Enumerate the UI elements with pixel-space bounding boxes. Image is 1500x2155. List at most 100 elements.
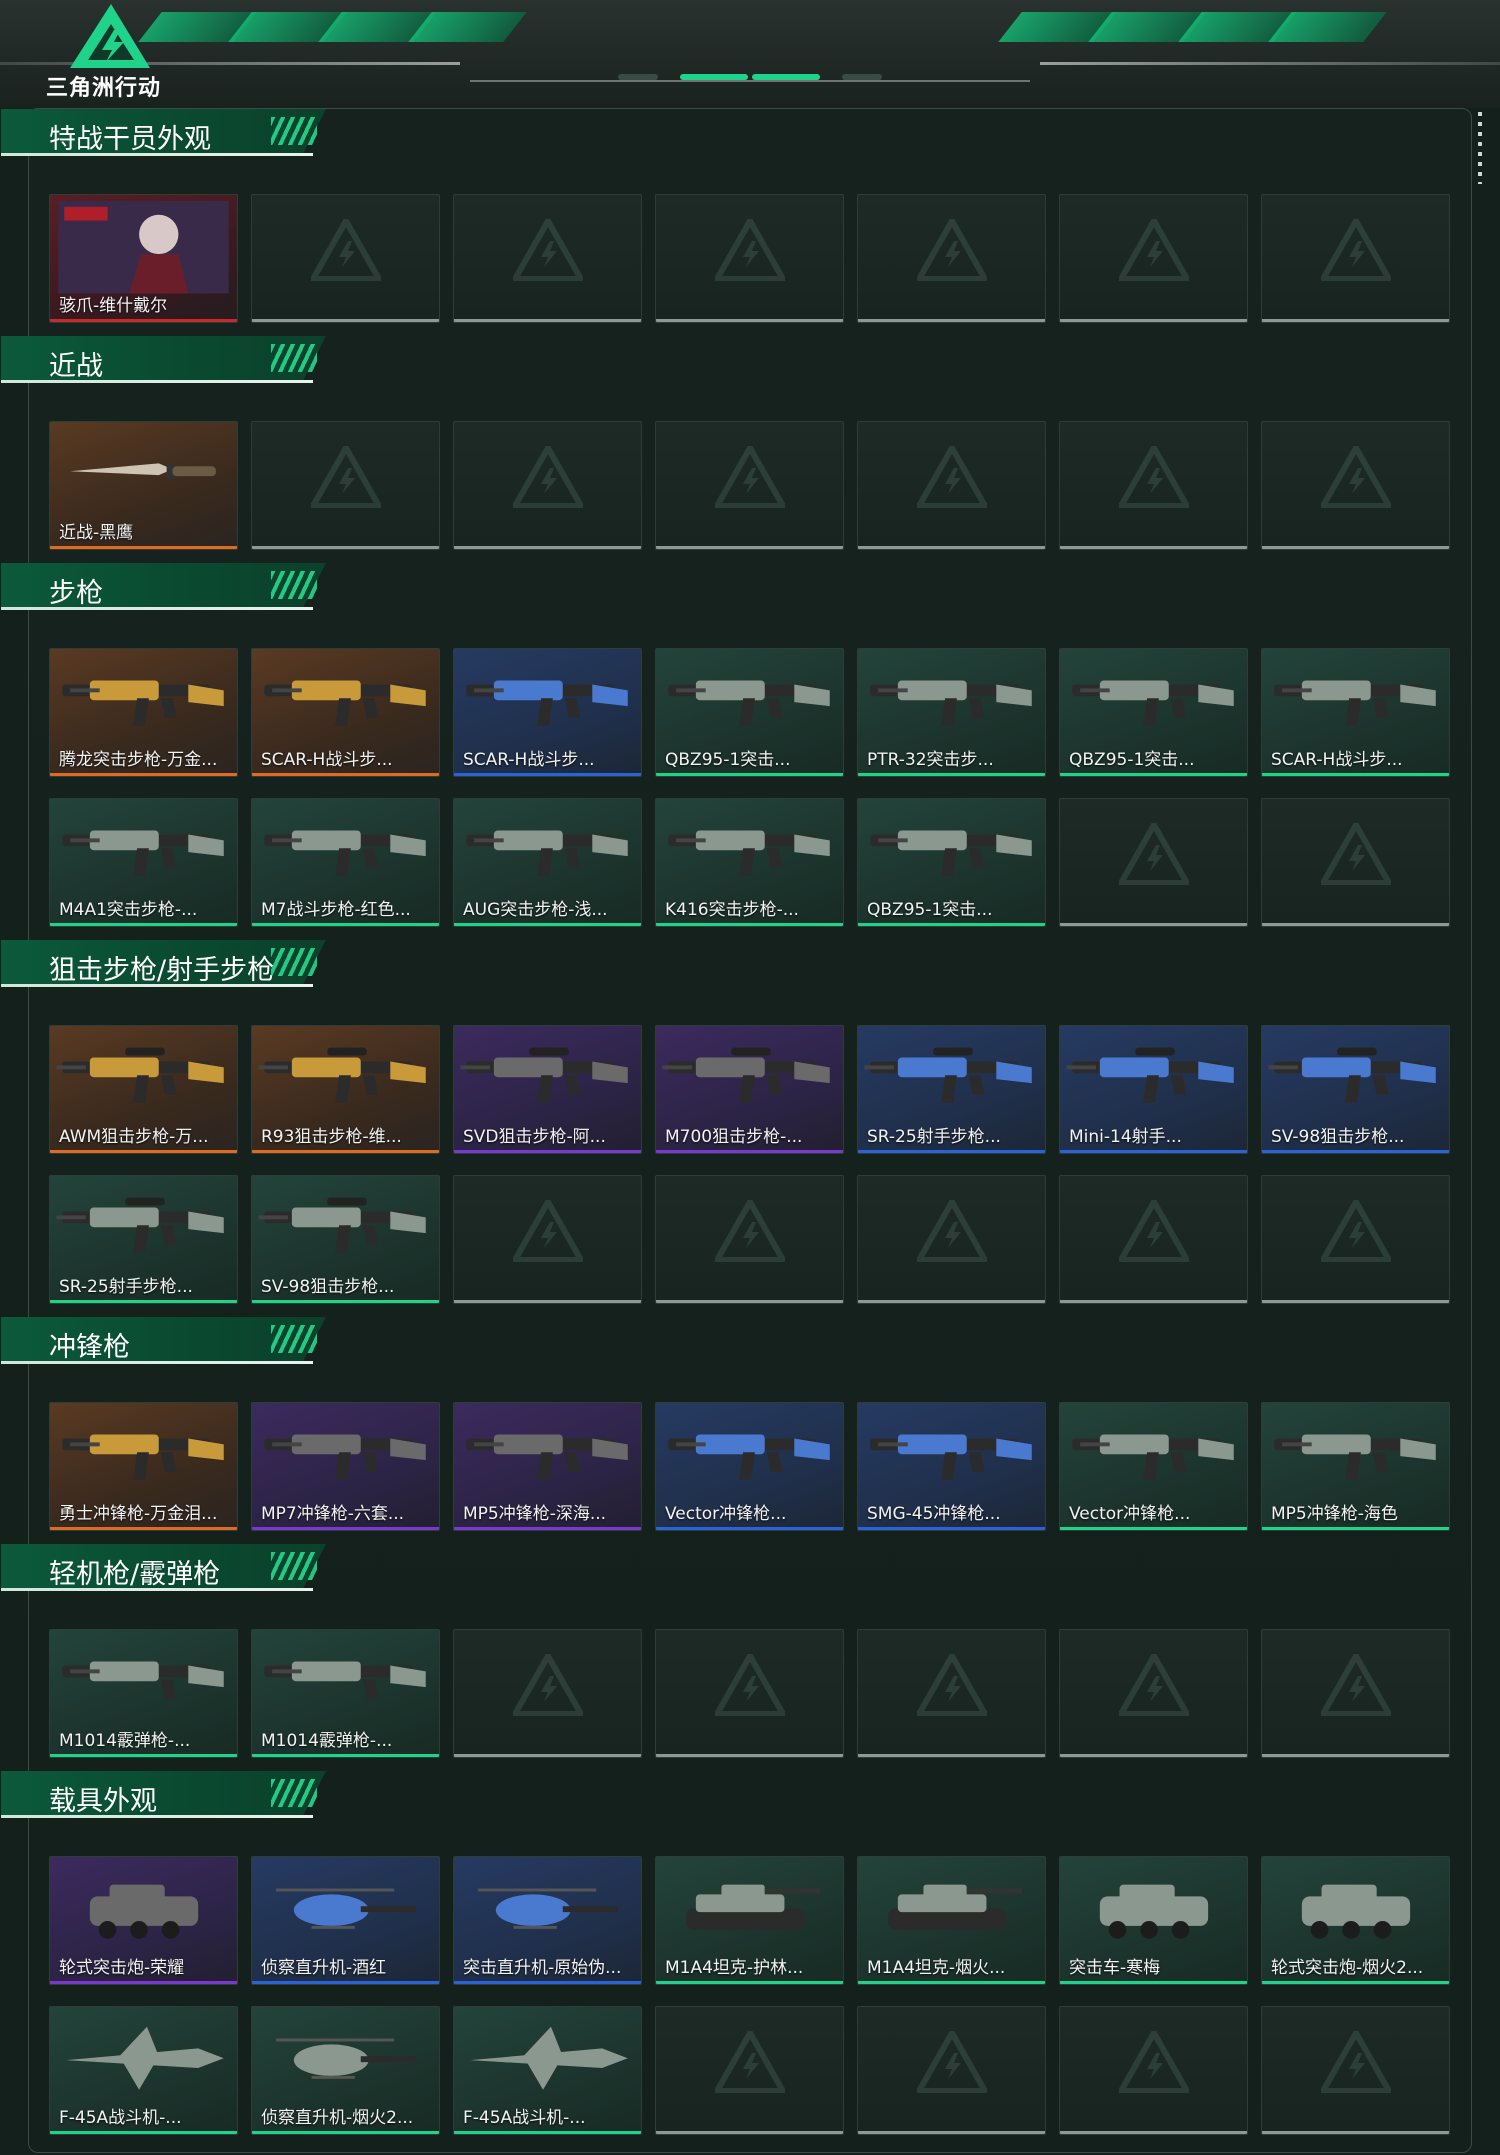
rarity-bar [252,1527,439,1530]
item-card[interactable]: QBZ95-1突击... [857,798,1046,927]
item-card[interactable]: M1014霰弹枪-... [49,1629,238,1758]
page-indicator-active[interactable] [680,74,748,80]
empty-slot [453,1629,642,1758]
rarity-bar [252,1150,439,1153]
empty-slot-icon [917,1200,987,1262]
empty-slot [655,421,844,550]
empty-slot-icon [715,2031,785,2093]
item-card[interactable]: K416突击步枪-... [655,798,844,927]
rarity-bar [1262,1527,1449,1530]
item-card[interactable]: M700狙击步枪-... [655,1025,844,1154]
item-card[interactable]: MP5冲锋枪-深海... [453,1402,642,1531]
category-underline [1,1361,313,1364]
item-card[interactable]: F-45A战斗机-... [453,2006,642,2135]
slot-bar [1262,2131,1449,2134]
item-card[interactable]: SVD狙击步枪-阿... [453,1025,642,1154]
item-card[interactable]: SMG-45冲锋枪... [857,1402,1046,1531]
item-card[interactable]: Mini-14射手... [1059,1025,1248,1154]
item-name: SCAR-H战斗步... [261,750,393,770]
item-card[interactable]: SV-98狙击步枪... [251,1175,440,1304]
slot-bar [252,319,439,322]
item-card[interactable]: SCAR-H战斗步... [251,648,440,777]
empty-slot [1261,421,1450,550]
empty-slot-icon [1321,219,1391,281]
stripes-icon [271,117,317,145]
item-card[interactable]: M7战斗步枪-红色... [251,798,440,927]
empty-slot [1059,421,1248,550]
stripes-icon [271,948,317,976]
item-card[interactable]: QBZ95-1突击... [655,648,844,777]
item-card[interactable]: M1014霰弹枪-... [251,1629,440,1758]
rarity-bar [1262,1150,1449,1153]
item-name: K416突击步枪-... [665,900,799,920]
header-center-frame [470,56,1030,82]
item-card[interactable]: M4A1突击步枪-... [49,798,238,927]
item-name: SV-98狙击步枪... [261,1277,395,1297]
page-indicator[interactable] [842,74,882,80]
item-card[interactable]: 突击车-寒梅 [1059,1856,1248,1985]
item-card[interactable]: 骇爪-维什戴尔 [49,194,238,323]
empty-slot [1059,798,1248,927]
empty-slot-icon [1321,1654,1391,1716]
rarity-bar [50,319,237,322]
item-card[interactable]: Vector冲锋枪... [655,1402,844,1531]
empty-slot-icon [513,1654,583,1716]
rarity-bar [656,923,843,926]
item-card[interactable]: SR-25射手步枪... [857,1025,1046,1154]
rarity-bar [454,1527,641,1530]
item-name: SVD狙击步枪-阿... [463,1127,606,1147]
empty-slot [857,1175,1046,1304]
item-card[interactable]: SV-98狙击步枪... [1261,1025,1450,1154]
rarity-bar [50,1981,237,1984]
item-card[interactable]: 腾龙突击步枪-万金... [49,648,238,777]
item-card[interactable]: AUG突击步枪-浅... [453,798,642,927]
item-name: MP7冲锋枪-六套... [261,1504,405,1524]
item-card[interactable]: SCAR-H战斗步... [1261,648,1450,777]
stripes-icon [271,1325,317,1353]
item-name: SCAR-H战斗步... [1271,750,1403,770]
item-card[interactable]: 侦察直升机-烟火2... [251,2006,440,2135]
item-card[interactable]: SR-25射手步枪... [49,1175,238,1304]
item-name: 突击车-寒梅 [1069,1958,1161,1978]
empty-slot-icon [1119,823,1189,885]
item-card[interactable]: Vector冲锋枪... [1059,1402,1248,1531]
rarity-bar [454,1150,641,1153]
scroll-handle[interactable] [1478,112,1482,184]
rarity-bar [50,773,237,776]
page-indicator-active[interactable] [752,74,820,80]
item-card[interactable]: MP7冲锋枪-六套... [251,1402,440,1531]
item-card[interactable]: SCAR-H战斗步... [453,648,642,777]
item-card[interactable]: 近战-黑鹰 [49,421,238,550]
item-card[interactable]: 突击直升机-原始伪... [453,1856,642,1985]
slot-bar [1060,1300,1247,1303]
item-card[interactable]: F-45A战斗机-... [49,2006,238,2135]
category-underline [1,1815,313,1818]
item-name: M1A4坦克-护林... [665,1958,804,1978]
item-card[interactable]: QBZ95-1突击... [1059,648,1248,777]
page-indicator[interactable] [618,74,658,80]
item-name: 侦察直升机-酒红 [261,1958,387,1978]
rarity-bar [252,923,439,926]
rarity-bar [1060,1150,1247,1153]
item-card[interactable]: R93狙击步枪-维... [251,1025,440,1154]
rarity-bar [50,1300,237,1303]
rarity-bar [656,1527,843,1530]
empty-slot-icon [1321,446,1391,508]
item-card[interactable]: 轮式突击炮-荣耀 [49,1856,238,1985]
category-title: 冲锋枪 [49,1332,130,1363]
empty-slot-icon [1119,2031,1189,2093]
item-name: M7战斗步枪-红色... [261,900,411,920]
item-card[interactable]: M1A4坦克-烟火... [857,1856,1046,1985]
item-card[interactable]: PTR-32突击步... [857,648,1046,777]
item-card[interactable]: M1A4坦克-护林... [655,1856,844,1985]
category-header: 载具外观 [1,1771,326,1821]
item-card[interactable]: MP5冲锋枪-海色 [1261,1402,1450,1531]
item-card[interactable]: 侦察直升机-酒红 [251,1856,440,1985]
category-title: 狙击步枪/射手步枪 [49,955,275,986]
empty-slot-icon [715,1200,785,1262]
empty-slot-icon [513,1200,583,1262]
item-card[interactable]: 勇士冲锋枪-万金泪... [49,1402,238,1531]
item-name: AWM狙击步枪-万... [59,1127,209,1147]
item-card[interactable]: AWM狙击步枪-万... [49,1025,238,1154]
item-card[interactable]: 轮式突击炮-烟火2... [1261,1856,1450,1985]
